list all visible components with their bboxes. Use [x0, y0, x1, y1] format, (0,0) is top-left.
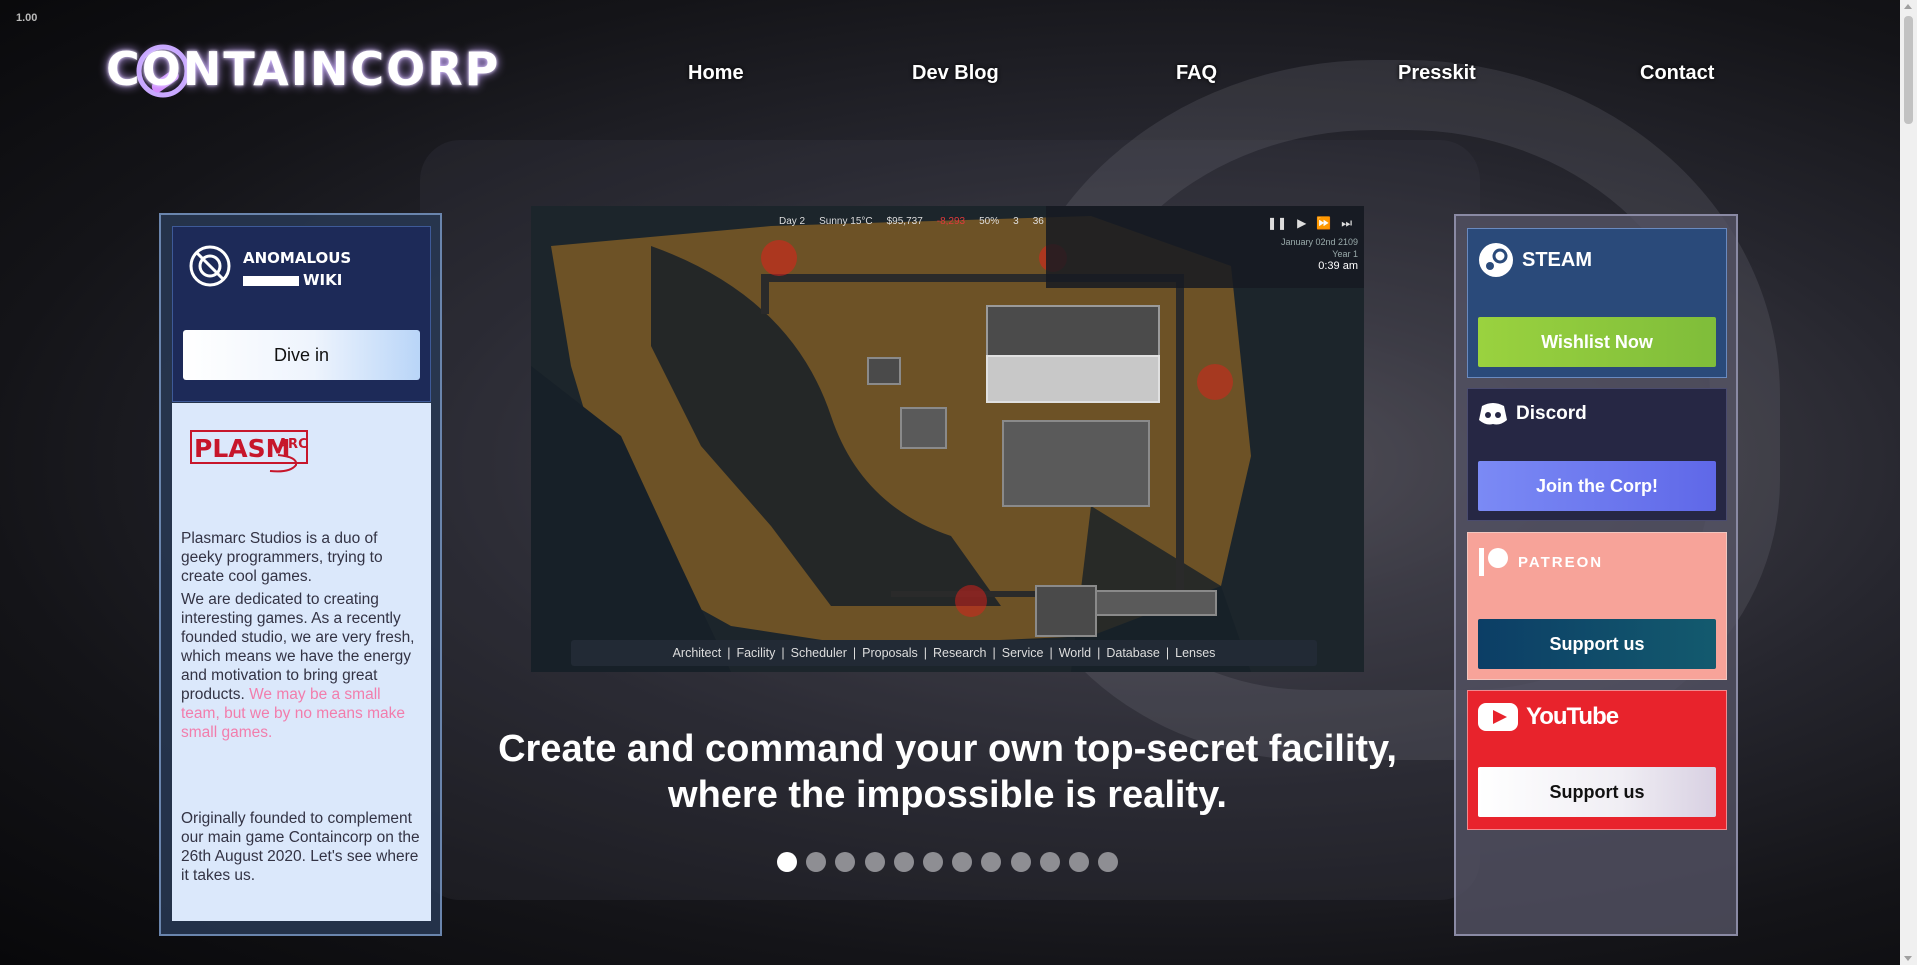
- patreon-icon: [1479, 548, 1508, 576]
- youtube-support-button[interactable]: Support us: [1478, 767, 1716, 817]
- toolbar-architect[interactable]: Architect: [673, 646, 722, 660]
- plasmarc-logo[interactable]: PLASM ARC: [190, 427, 308, 477]
- carousel-dot[interactable]: [1039, 852, 1060, 872]
- nav-home[interactable]: Home: [688, 62, 744, 85]
- page-scrollbar[interactable]: [1900, 0, 1917, 965]
- carousel-dot[interactable]: [923, 852, 943, 872]
- toolbar-lenses[interactable]: Lenses: [1175, 646, 1215, 660]
- scroll-down-arrow-icon[interactable]: [1904, 956, 1912, 961]
- carousel-dot[interactable]: [777, 852, 797, 872]
- game-screenshot[interactable]: Day 2 Sunny 15°C $95,737 -8,293 50% 3 36…: [531, 206, 1364, 672]
- fastest-icon[interactable]: ⏭: [1341, 216, 1352, 231]
- youtube-play-icon: [1478, 703, 1518, 731]
- discord-icon: [1479, 403, 1507, 425]
- wiki-title: ANOMALOUS WIKI: [243, 247, 351, 291]
- tagline: Create and command your own top-secret f…: [430, 726, 1465, 818]
- hud-percent: 50%: [979, 216, 1000, 227]
- hud-time: 0:39 am: [1318, 260, 1358, 272]
- carousel-dot[interactable]: [1069, 852, 1089, 872]
- fast-forward-icon[interactable]: ⏩: [1316, 216, 1331, 231]
- wiki-logo-icon: [189, 245, 231, 287]
- carousel-dot[interactable]: [864, 852, 885, 872]
- playback-controls: ❚❚ ▶ ⏩ ⏭: [1267, 216, 1352, 231]
- nav-presskit[interactable]: Presskit: [1398, 62, 1476, 85]
- game-toolbar: Architect | Facility | Scheduler | Proposal…: [571, 640, 1317, 666]
- about-card: PLASM ARC Plasmarc Studios is a duo of g…: [172, 403, 431, 921]
- wiki-title-line2: WIKI: [303, 271, 343, 289]
- toolbar-world[interactable]: World: [1059, 646, 1091, 660]
- about-paragraph-1: Plasmarc Studios is a duo of geeky progr…: [181, 530, 383, 585]
- discord-title: Discord: [1516, 403, 1587, 424]
- svg-text:ARC: ARC: [278, 437, 308, 452]
- toolbar-proposals[interactable]: Proposals: [862, 646, 918, 660]
- hud-change: -8,293: [936, 216, 966, 227]
- wiki-title-line1: ANOMALOUS: [243, 249, 352, 267]
- nav-faq[interactable]: FAQ: [1176, 62, 1217, 85]
- hud-top: Day 2 Sunny 15°C $95,737 -8,293 50% 3 36: [779, 216, 1044, 227]
- scrollbar-thumb[interactable]: [1904, 16, 1913, 124]
- steam-title: STEAM: [1522, 248, 1592, 271]
- about-paragraph-3: Originally founded to complement our mai…: [181, 810, 420, 884]
- pause-icon[interactable]: ❚❚: [1267, 216, 1287, 231]
- patreon-support-button[interactable]: Support us: [1478, 619, 1716, 669]
- patreon-title: PATREON: [1518, 553, 1604, 571]
- left-sidebar: ANOMALOUS WIKI Dive in PLASM ARC Plasmar…: [159, 213, 442, 936]
- hud-staff: 3: [1013, 216, 1019, 227]
- toolbar-database[interactable]: Database: [1106, 646, 1160, 660]
- main-nav: Home Dev Blog FAQ Presskit Contact: [0, 62, 1917, 92]
- dive-in-button[interactable]: Dive in: [183, 330, 420, 380]
- tagline-line-1: Create and command your own top-secret f…: [498, 728, 1397, 770]
- toolbar-facility[interactable]: Facility: [736, 646, 775, 660]
- tagline-line-2: where the impossible is reality.: [668, 774, 1227, 816]
- right-sidebar: STEAM Wishlist Now Discord Join the Corp…: [1454, 214, 1738, 936]
- carousel-dot[interactable]: [1010, 852, 1031, 872]
- steam-card: STEAM Wishlist Now: [1467, 228, 1727, 378]
- patreon-card: PATREON Support us: [1467, 532, 1727, 680]
- steam-icon: [1479, 243, 1513, 277]
- youtube-title: YouTube: [1526, 703, 1619, 730]
- youtube-card: YouTube Support us: [1467, 690, 1727, 830]
- toolbar-scheduler[interactable]: Scheduler: [791, 646, 847, 660]
- about-paragraph-2: We are dedicated to creating interesting…: [181, 590, 423, 742]
- scroll-up-arrow-icon[interactable]: [1904, 4, 1912, 9]
- wiki-redacted-bar: [243, 275, 299, 286]
- wishlist-button[interactable]: Wishlist Now: [1478, 317, 1716, 367]
- toolbar-research[interactable]: Research: [933, 646, 987, 660]
- hud-date: January 02nd 2109: [1280, 237, 1358, 247]
- nav-dev-blog[interactable]: Dev Blog: [912, 62, 999, 85]
- toolbar-service[interactable]: Service: [1002, 646, 1044, 660]
- zoom-label: 1.00: [16, 12, 38, 24]
- wiki-card: ANOMALOUS WIKI Dive in: [172, 226, 431, 402]
- nav-contact[interactable]: Contact: [1640, 62, 1714, 85]
- play-icon[interactable]: ▶: [1297, 216, 1306, 231]
- hud-day: Day 2: [779, 216, 806, 227]
- discord-card: Discord Join the Corp!: [1467, 388, 1727, 521]
- game-map: [531, 206, 1364, 672]
- hud-year: Year 1: [1332, 249, 1358, 259]
- hud-people: 36: [1032, 216, 1044, 227]
- join-corp-button[interactable]: Join the Corp!: [1478, 461, 1716, 511]
- carousel-dot[interactable]: [893, 852, 914, 872]
- hud-weather: Sunny 15°C: [819, 216, 873, 227]
- svg-text:PLASM: PLASM: [194, 434, 290, 463]
- hud-clock: January 02nd 2109 Year 1 0:39 am: [1281, 236, 1358, 272]
- hud-money: $95,737: [886, 216, 923, 227]
